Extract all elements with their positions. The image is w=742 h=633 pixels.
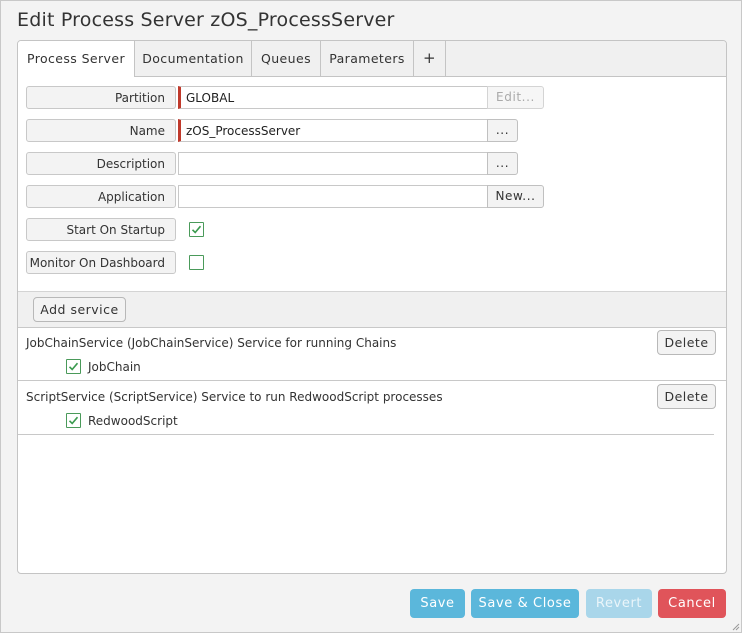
add-service-button[interactable]: Add service: [33, 297, 126, 322]
monitor-on-dashboard-checkbox[interactable]: [189, 255, 204, 270]
check-icon: [191, 225, 202, 234]
tab-documentation[interactable]: Documentation: [135, 41, 252, 76]
resize-grip-icon[interactable]: [730, 621, 740, 631]
application-label: Application: [26, 185, 176, 208]
name-browse-button[interactable]: ...: [487, 119, 518, 142]
description-field[interactable]: [178, 152, 488, 175]
service-divider: [18, 380, 726, 381]
partition-field[interactable]: GLOBAL: [178, 86, 488, 109]
monitor-on-dashboard-label: Monitor On Dashboard: [26, 251, 176, 274]
save-and-close-button[interactable]: Save & Close: [471, 589, 579, 618]
tab-process-server[interactable]: Process Server: [18, 41, 135, 77]
start-on-startup-checkbox[interactable]: [189, 222, 204, 237]
revert-button[interactable]: Revert: [586, 589, 652, 618]
redwoodscript-label: RedwoodScript: [88, 414, 178, 428]
delete-service-button[interactable]: Delete: [657, 384, 716, 409]
description-browse-button[interactable]: ...: [487, 152, 518, 175]
partition-label: Partition: [26, 86, 176, 109]
save-button[interactable]: Save: [410, 589, 465, 618]
tab-bar: Process Server Documentation Queues Para…: [18, 41, 726, 77]
jobchain-checkbox[interactable]: [66, 359, 81, 374]
editor-panel: Process Server Documentation Queues Para…: [17, 40, 727, 574]
dialog-title: Edit Process Server zOS_ProcessServer: [17, 9, 395, 31]
services-toolbar: Add service: [18, 291, 726, 328]
application-new-button[interactable]: New...: [487, 185, 544, 208]
cancel-button[interactable]: Cancel: [658, 589, 726, 618]
tab-add[interactable]: +: [414, 41, 446, 76]
tab-queues[interactable]: Queues: [252, 41, 321, 76]
service-description: ScriptService (ScriptService) Service to…: [26, 390, 443, 404]
partition-edit-button[interactable]: Edit...: [487, 86, 544, 109]
redwoodscript-checkbox[interactable]: [66, 413, 81, 428]
check-icon: [68, 416, 79, 425]
service-divider: [18, 434, 714, 435]
delete-service-button[interactable]: Delete: [657, 330, 716, 355]
service-description: JobChainService (JobChainService) Servic…: [26, 336, 397, 350]
start-on-startup-label: Start On Startup: [26, 218, 176, 241]
jobchain-label: JobChain: [88, 360, 141, 374]
description-label: Description: [26, 152, 176, 175]
check-icon: [68, 362, 79, 371]
name-label: Name: [26, 119, 176, 142]
application-field[interactable]: [178, 185, 488, 208]
edit-process-server-dialog: Edit Process Server zOS_ProcessServer Pr…: [0, 0, 742, 633]
tab-parameters[interactable]: Parameters: [321, 41, 414, 76]
name-field[interactable]: zOS_ProcessServer: [178, 119, 488, 142]
